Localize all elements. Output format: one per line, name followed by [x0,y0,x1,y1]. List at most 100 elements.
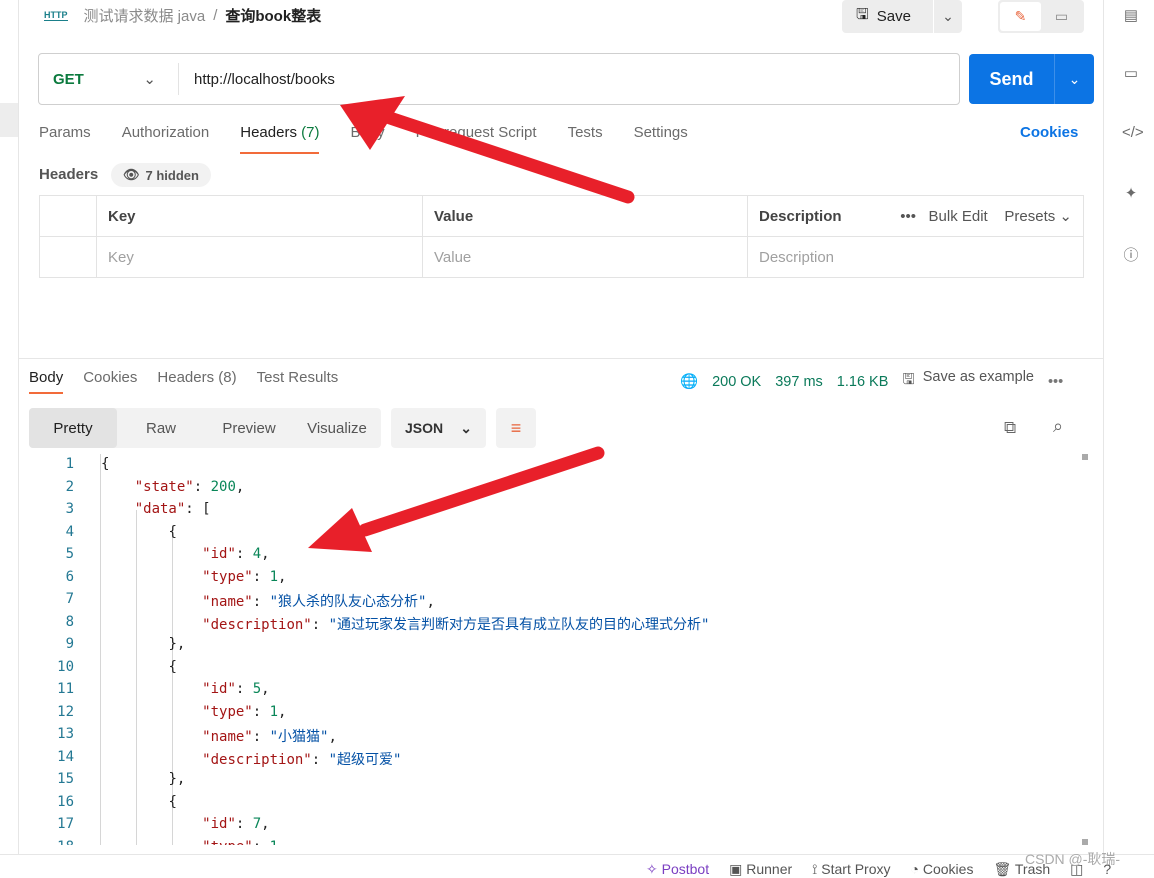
http-icon: HTTP [44,9,68,21]
code-line: { [101,659,176,675]
send-options-chevron-icon[interactable]: ⌄ [1055,71,1094,88]
more-options-icon[interactable]: ••• [1048,374,1063,390]
status-footer: ✧ Postbot ▣ Runner ⟟ Start Proxy ◔ Cooki… [0,854,1154,878]
globe-icon[interactable]: 🌐 [680,373,698,390]
json-punctuation: , [426,594,435,610]
save-as-example-label: Save as example [922,369,1034,385]
line-number: 8 [65,613,74,630]
view-pretty[interactable]: Pretty [29,408,117,448]
breadcrumb: HTTP 测试请求数据 java / 查询book整表 [44,4,321,26]
response-body-editor[interactable]: 1 {2 "state": 200, 3 "data": [4 {5 "id": 4… [29,454,1079,845]
json-string: "通过玩家发言判断对方是否具有成立队友的目的心理式分析" [328,616,710,633]
json-punctuation: , [278,839,286,846]
footer-runner[interactable]: ▣ Runner [729,861,792,878]
checkbox-column [39,195,97,237]
code-line: "name": "小猫猫", [101,726,337,746]
search-icon[interactable]: ⌕ [1053,416,1063,437]
editor-scrollbar[interactable] [1078,454,1090,845]
json-punctuation: : [253,839,270,846]
comment-icon[interactable]: ▭ [1041,2,1082,31]
line-number: 1 [65,456,74,472]
copy-icon[interactable]: ⧉ [1004,418,1016,438]
tab-params[interactable]: Params [39,124,91,154]
method-select[interactable]: GET ⌄ [39,63,179,95]
code-line: }, [101,771,185,787]
line-number: 4 [65,523,74,540]
view-preview[interactable]: Preview [205,408,293,448]
value-input[interactable]: Value [422,236,748,278]
json-punctuation: , [278,703,287,720]
line-number: 15 [57,771,74,787]
sidebar-selected-item[interactable] [0,103,18,137]
json-punctuation: , [235,478,245,495]
json-punctuation: { [101,456,110,472]
save-button[interactable]: 🖫 Save [842,0,934,33]
wrap-lines-icon[interactable]: ≡ [496,408,536,448]
key-input[interactable]: Key [96,236,423,278]
response-tab-body[interactable]: Body [29,369,64,394]
tab-authorization[interactable]: Authorization [122,124,210,154]
code-line: "type": 1, [101,839,286,846]
json-key: "id" [202,816,236,832]
tab-body[interactable]: Body [350,124,384,154]
tab-pre-request-script[interactable]: Pre-request Script [416,124,537,154]
code-line: { [101,794,176,810]
tab-settings[interactable]: Settings [634,124,688,154]
line-number: 2 [65,478,74,495]
view-visualize[interactable]: Visualize [293,408,381,448]
code-line: "id": 7, [101,816,270,832]
info-icon[interactable]: ⓘ [1122,244,1140,264]
save-icon: 🖫 [902,372,915,388]
json-punctuation: , [278,568,287,585]
json-punctuation: { [168,523,177,540]
save-options-chevron-icon[interactable]: ⌄ [934,8,962,25]
format-select[interactable]: JSON ⌄ [391,408,486,448]
code-icon[interactable]: </> [1122,124,1144,142]
tab-tests[interactable]: Tests [568,124,603,154]
save-as-example-button[interactable]: 🖫 Save as example [902,369,1034,394]
presets-dropdown[interactable]: Presets [1004,208,1055,225]
row-checkbox[interactable] [39,236,97,278]
json-punctuation: }, [168,636,186,652]
tab-headers[interactable]: Headers (7) [240,124,320,154]
comments-icon[interactable]: ▭ [1122,64,1140,82]
footer-cookies[interactable]: ◔ Cookies [911,861,974,878]
json-punctuation: : [252,729,270,745]
view-raw[interactable]: Raw [117,408,205,448]
hidden-headers-toggle[interactable]: 👁 7 hidden [111,163,211,187]
more-icon[interactable]: ••• [900,208,916,225]
line-number: 5 [65,546,74,562]
url-input[interactable]: http://localhost/books [179,71,335,88]
line-number: 11 [57,681,74,697]
documentation-icon[interactable]: ▤ [1122,6,1140,24]
code-line: "description": "超级可爱" [101,749,401,769]
lightbulb-icon[interactable]: ✦ [1122,184,1140,202]
response-size[interactable]: 1.16 KB [837,374,889,390]
json-punctuation: , [261,816,270,832]
breadcrumb-collection[interactable]: 测试请求数据 java [84,5,206,26]
response-tab-cookies[interactable]: Cookies [83,369,137,394]
response-tab-test-results[interactable]: Test Results [257,369,339,394]
line-number: 14 [57,748,74,765]
edit-pencil-icon[interactable]: ✎ [1000,2,1041,31]
cookies-link[interactable]: Cookies [1020,124,1078,141]
footer-postbot[interactable]: ✧ Postbot [646,861,709,878]
footer-start-proxy[interactable]: ⟟ Start Proxy [812,861,890,878]
code-line: "type": 1, [101,704,286,720]
response-time[interactable]: 397 ms [775,374,823,390]
status-code[interactable]: 200 OK [712,374,761,390]
line-number: 13 [57,726,74,742]
json-punctuation: , [328,729,337,745]
response-tabs: Body Cookies Headers (8) Test Results [29,369,338,394]
request-name[interactable]: 查询book整表 [225,5,321,26]
response-tab-headers[interactable]: Headers (8) [157,369,236,394]
headers-title: Headers [39,166,99,183]
send-button[interactable]: Send [969,54,1055,104]
bulk-edit-button[interactable]: Bulk Edit [929,208,988,225]
watermark: CSDN @-耿瑞- [1025,851,1121,867]
json-key: "name" [202,729,253,745]
line-number: 10 [57,658,74,675]
description-input[interactable]: Description [747,236,1084,278]
line-number: 9 [65,636,74,652]
view-mode-tabs: Pretty Raw Preview Visualize [29,408,381,448]
